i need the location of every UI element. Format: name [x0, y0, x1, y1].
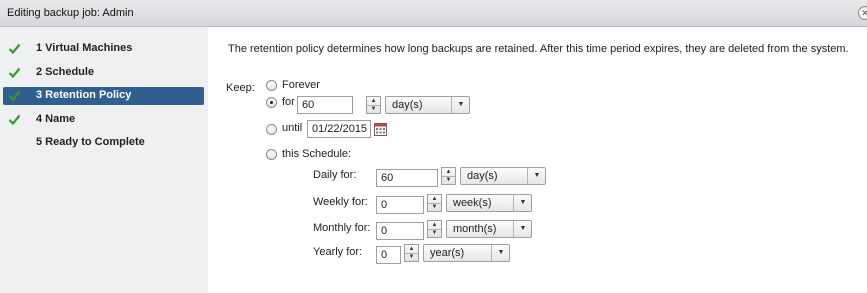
- wizard-step-virtual-machines[interactable]: 1 Virtual Machines: [3, 40, 204, 58]
- step-label: 5 Ready to Complete: [36, 136, 145, 148]
- weekly-value-input[interactable]: 0: [376, 196, 424, 214]
- stepper-down-icon[interactable]: ▼: [428, 229, 441, 237]
- stepper-down-icon[interactable]: ▼: [428, 203, 441, 211]
- wizard-step-ready-to-complete[interactable]: 5 Ready to Complete: [3, 134, 204, 152]
- forever-radio[interactable]: [266, 80, 277, 91]
- monthly-unit-select[interactable]: month(s) ▼: [446, 220, 532, 238]
- close-icon[interactable]: ✕: [858, 6, 867, 20]
- for-radio[interactable]: [266, 97, 277, 108]
- yearly-label: Yearly for:: [313, 246, 363, 258]
- select-value: month(s): [453, 223, 497, 235]
- chevron-down-icon: ▼: [451, 97, 470, 113]
- wizard-step-schedule[interactable]: 2 Schedule: [3, 64, 204, 82]
- until-label: until: [282, 122, 303, 134]
- chevron-down-icon: ▼: [513, 195, 532, 211]
- for-value-input[interactable]: 60: [297, 96, 353, 114]
- select-value: week(s): [453, 197, 492, 209]
- keep-label: Keep:: [226, 82, 255, 94]
- forever-label: Forever: [282, 79, 320, 91]
- daily-unit-select[interactable]: day(s) ▼: [460, 167, 546, 185]
- for-label: for: [282, 96, 295, 108]
- checkmark-icon: [8, 43, 21, 55]
- stepper-down-icon[interactable]: ▼: [367, 105, 380, 113]
- daily-value-input[interactable]: 60: [376, 169, 438, 187]
- yearly-value-stepper[interactable]: ▲ ▼: [404, 244, 419, 262]
- select-value: year(s): [430, 247, 465, 259]
- monthly-value-input[interactable]: 0: [376, 222, 424, 240]
- dialog-title: Editing backup job: Admin: [7, 7, 134, 19]
- for-value-stepper[interactable]: ▲ ▼: [366, 96, 381, 114]
- daily-value-stepper[interactable]: ▲ ▼: [441, 167, 456, 185]
- checkmark-icon: [8, 90, 21, 102]
- step-label: 2 Schedule: [36, 66, 95, 78]
- wizard-step-name[interactable]: 4 Name: [3, 111, 204, 129]
- yearly-value-input[interactable]: 0: [376, 246, 401, 264]
- retention-description: The retention policy determines how long…: [228, 43, 849, 55]
- this-schedule-label: this Schedule:: [282, 148, 352, 160]
- wizard-steps-sidebar: 1 Virtual Machines 2 Schedule 3 Retentio…: [0, 27, 208, 293]
- step-label: 4 Name: [36, 113, 76, 125]
- for-unit-select[interactable]: day(s) ▼: [385, 96, 470, 114]
- step-label: 1 Virtual Machines: [36, 42, 133, 54]
- select-value: day(s): [392, 99, 423, 111]
- wizard-step-retention-policy[interactable]: 3 Retention Policy: [3, 87, 204, 105]
- daily-label: Daily for:: [313, 169, 357, 181]
- checkmark-icon: [8, 114, 21, 126]
- monthly-label: Monthly for:: [313, 222, 371, 234]
- weekly-value-stepper[interactable]: ▲ ▼: [427, 194, 442, 212]
- until-date-input[interactable]: 01/22/2015: [307, 120, 371, 138]
- calendar-icon[interactable]: [374, 123, 387, 136]
- this-schedule-radio[interactable]: [266, 149, 277, 160]
- stepper-down-icon[interactable]: ▼: [405, 253, 418, 261]
- weekly-unit-select[interactable]: week(s) ▼: [446, 194, 532, 212]
- dialog-title-bar: Editing backup job: Admin ✕: [0, 0, 867, 27]
- chevron-down-icon: ▼: [491, 245, 510, 261]
- until-radio[interactable]: [266, 124, 277, 135]
- chevron-down-icon: ▼: [513, 221, 532, 237]
- weekly-label: Weekly for:: [313, 196, 368, 208]
- step-label: 3 Retention Policy: [36, 89, 132, 101]
- select-value: day(s): [467, 170, 498, 182]
- checkmark-icon: [8, 67, 21, 79]
- chevron-down-icon: ▼: [527, 168, 546, 184]
- stepper-down-icon[interactable]: ▼: [442, 176, 455, 184]
- monthly-value-stepper[interactable]: ▲ ▼: [427, 220, 442, 238]
- yearly-unit-select[interactable]: year(s) ▼: [423, 244, 510, 262]
